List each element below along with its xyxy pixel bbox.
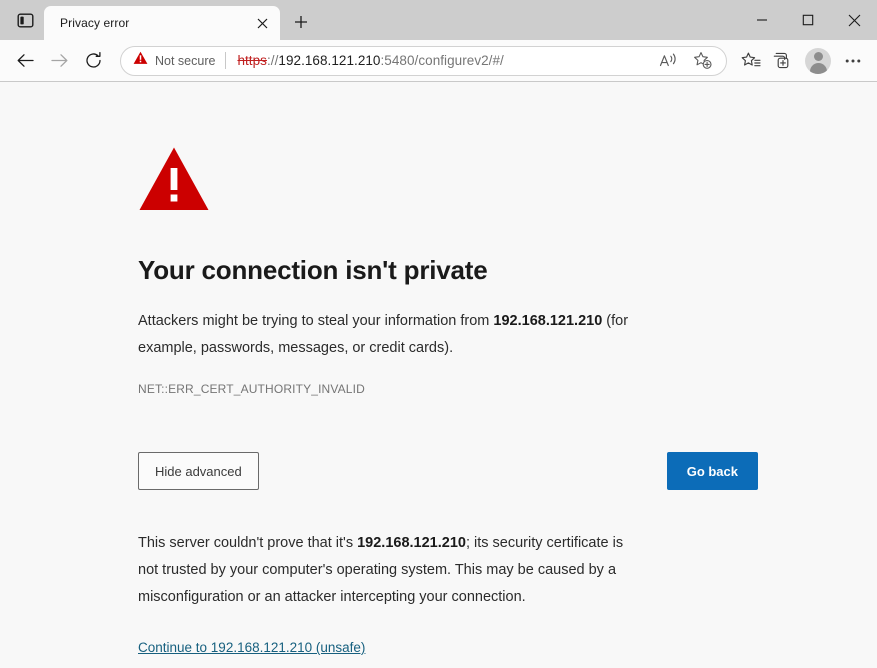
- minimize-button[interactable]: [739, 0, 785, 40]
- error-description: Attackers might be trying to steal your …: [138, 308, 640, 362]
- back-arrow-icon[interactable]: [8, 44, 42, 78]
- close-button[interactable]: [831, 0, 877, 40]
- settings-more-icon[interactable]: [837, 45, 869, 77]
- browser-window: Privacy error Not secure https://192.168…: [0, 0, 877, 668]
- url-scheme: https: [237, 53, 267, 68]
- advanced-explanation: This server couldn't prove that it's 192…: [138, 530, 640, 611]
- title-bar: Privacy error: [0, 0, 877, 40]
- avatar: [805, 47, 831, 74]
- add-favorite-star-icon[interactable]: [686, 45, 718, 77]
- error-description-prefix: Attackers might be trying to steal your …: [138, 313, 494, 329]
- url-host: 192.168.121.210: [278, 53, 381, 68]
- security-status-label: Not secure: [155, 53, 216, 68]
- advanced-explanation-prefix: This server couldn't prove that it's: [138, 535, 358, 551]
- forward-arrow-icon: [42, 44, 76, 78]
- tab-strip: Privacy error: [44, 0, 316, 40]
- red-warning-triangle-icon: [138, 146, 640, 217]
- url-text: https://192.168.121.210:5480/configurev2…: [237, 53, 652, 68]
- hide-advanced-button[interactable]: Hide advanced: [138, 452, 259, 490]
- page-content: Your connection isn't private Attackers …: [0, 82, 877, 668]
- page-title: Your connection isn't private: [138, 255, 488, 285]
- new-tab-icon[interactable]: [286, 7, 316, 37]
- go-back-button[interactable]: Go back: [666, 452, 758, 490]
- error-code: NET::ERR_CERT_AUTHORITY_INVALID: [138, 382, 365, 396]
- reload-icon[interactable]: [76, 44, 110, 78]
- tab-actions-icon[interactable]: [8, 3, 42, 37]
- advanced-explanation-host: 192.168.121.210: [357, 535, 466, 551]
- url-separator: ://: [266, 53, 279, 68]
- read-aloud-icon[interactable]: [652, 45, 684, 77]
- error-description-host: 192.168.121.210: [493, 313, 603, 329]
- tab-close-icon[interactable]: [250, 11, 274, 35]
- window-controls: [739, 0, 877, 40]
- warning-triangle-icon: [133, 51, 148, 70]
- maximize-button[interactable]: [785, 0, 831, 40]
- security-status-chip[interactable]: Not secure: [133, 51, 225, 70]
- ssl-interstitial: Your connection isn't private Attackers …: [0, 82, 758, 657]
- browser-tab[interactable]: Privacy error: [44, 6, 280, 40]
- profile-avatar-icon[interactable]: [802, 45, 834, 77]
- collections-icon[interactable]: [767, 45, 799, 77]
- tab-title: Privacy error: [60, 16, 130, 30]
- continue-unsafe-link[interactable]: Continue to 192.168.121.210 (unsafe): [138, 640, 365, 655]
- address-bar[interactable]: Not secure https://192.168.121.210:5480/…: [120, 45, 727, 77]
- browser-toolbar: Not secure https://192.168.121.210:5480/…: [0, 40, 877, 82]
- favorites-star-list-icon[interactable]: [735, 45, 767, 77]
- omnibox-divider: [225, 52, 227, 69]
- url-path: :5480/configurev2/#/: [380, 53, 504, 68]
- interstitial-button-row: Hide advanced Go back: [138, 452, 758, 490]
